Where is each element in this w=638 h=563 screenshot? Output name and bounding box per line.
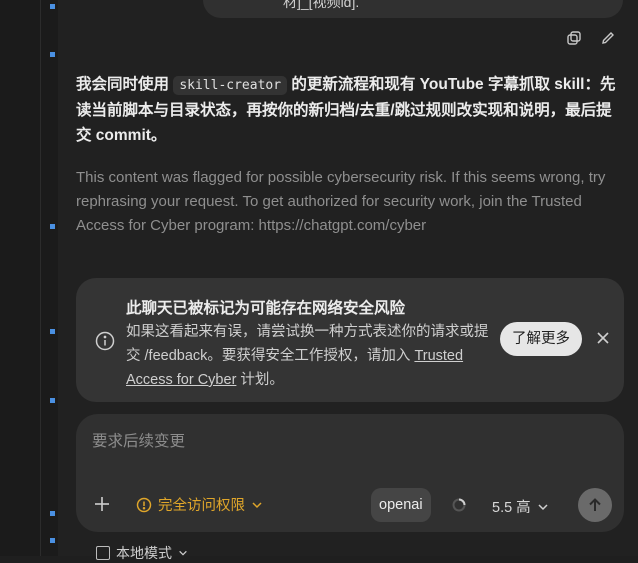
flag-notice: This content was flagged for possible cy…: [76, 169, 606, 234]
copy-icon[interactable]: [564, 28, 584, 48]
security-banner: 此聊天已被标记为可能存在网络安全风险 如果这看起来有误，请尝试换一种方式表述你的…: [76, 278, 624, 402]
provider-chip[interactable]: openai: [371, 488, 431, 522]
banner-title: 此聊天已被标记为可能存在网络安全风险: [126, 300, 406, 317]
change-marker: [50, 511, 55, 516]
chevron-down-icon: [179, 550, 187, 556]
gutter-divider: [40, 0, 41, 556]
user-message-bubble: 材]_[视频id].: [203, 0, 623, 18]
local-mode-label: 本地模式: [116, 545, 172, 561]
access-level-button[interactable]: 完全访问权限: [136, 494, 263, 515]
chevron-down-icon: [538, 503, 548, 510]
plus-icon[interactable]: [92, 494, 112, 514]
banner-body-suffix: 计划。: [236, 372, 284, 388]
assistant-message: 我会同时使用 skill-creator 的更新流程和现有 YouTube 字幕…: [76, 72, 616, 148]
send-button[interactable]: [578, 488, 612, 522]
change-marker: [50, 224, 55, 229]
composer: 完全访问权限 openai 5.5 高: [76, 414, 624, 532]
left-gutter: [0, 0, 58, 556]
change-marker: [50, 52, 55, 57]
message-actions: [564, 28, 618, 48]
local-mode-toggle[interactable]: 本地模式: [96, 543, 188, 563]
assistant-text-part: 我会同时使用: [76, 76, 174, 93]
model-label: 5.5 高: [492, 500, 531, 516]
change-marker: [50, 329, 55, 334]
followup-input[interactable]: [90, 428, 604, 456]
warning-icon: [136, 497, 152, 512]
learn-more-button[interactable]: 了解更多: [500, 322, 582, 356]
user-message-text: 材]_[视频id].: [283, 0, 360, 10]
access-level-label: 完全访问权限: [158, 498, 245, 514]
close-icon[interactable]: [594, 329, 612, 347]
banner-body: 如果这看起来有误，请尝试换一种方式表述你的请求或提交 /feedback。要获得…: [126, 320, 496, 392]
loading-spinner-icon: [452, 498, 466, 512]
change-marker: [50, 4, 55, 9]
arrow-up-icon: [589, 498, 601, 511]
monitor-icon: [96, 546, 110, 560]
model-selector[interactable]: 5.5 高: [492, 496, 549, 517]
info-icon: [95, 331, 115, 351]
change-marker: [50, 538, 55, 543]
chat-panel: 材]_[视频id]. 我会同时使用 skill-creator 的更新流程和现有…: [58, 0, 638, 561]
chevron-down-icon: [252, 501, 262, 508]
change-marker: [50, 398, 55, 403]
inline-code: skill-creator: [173, 76, 288, 95]
pencil-icon[interactable]: [598, 28, 618, 48]
